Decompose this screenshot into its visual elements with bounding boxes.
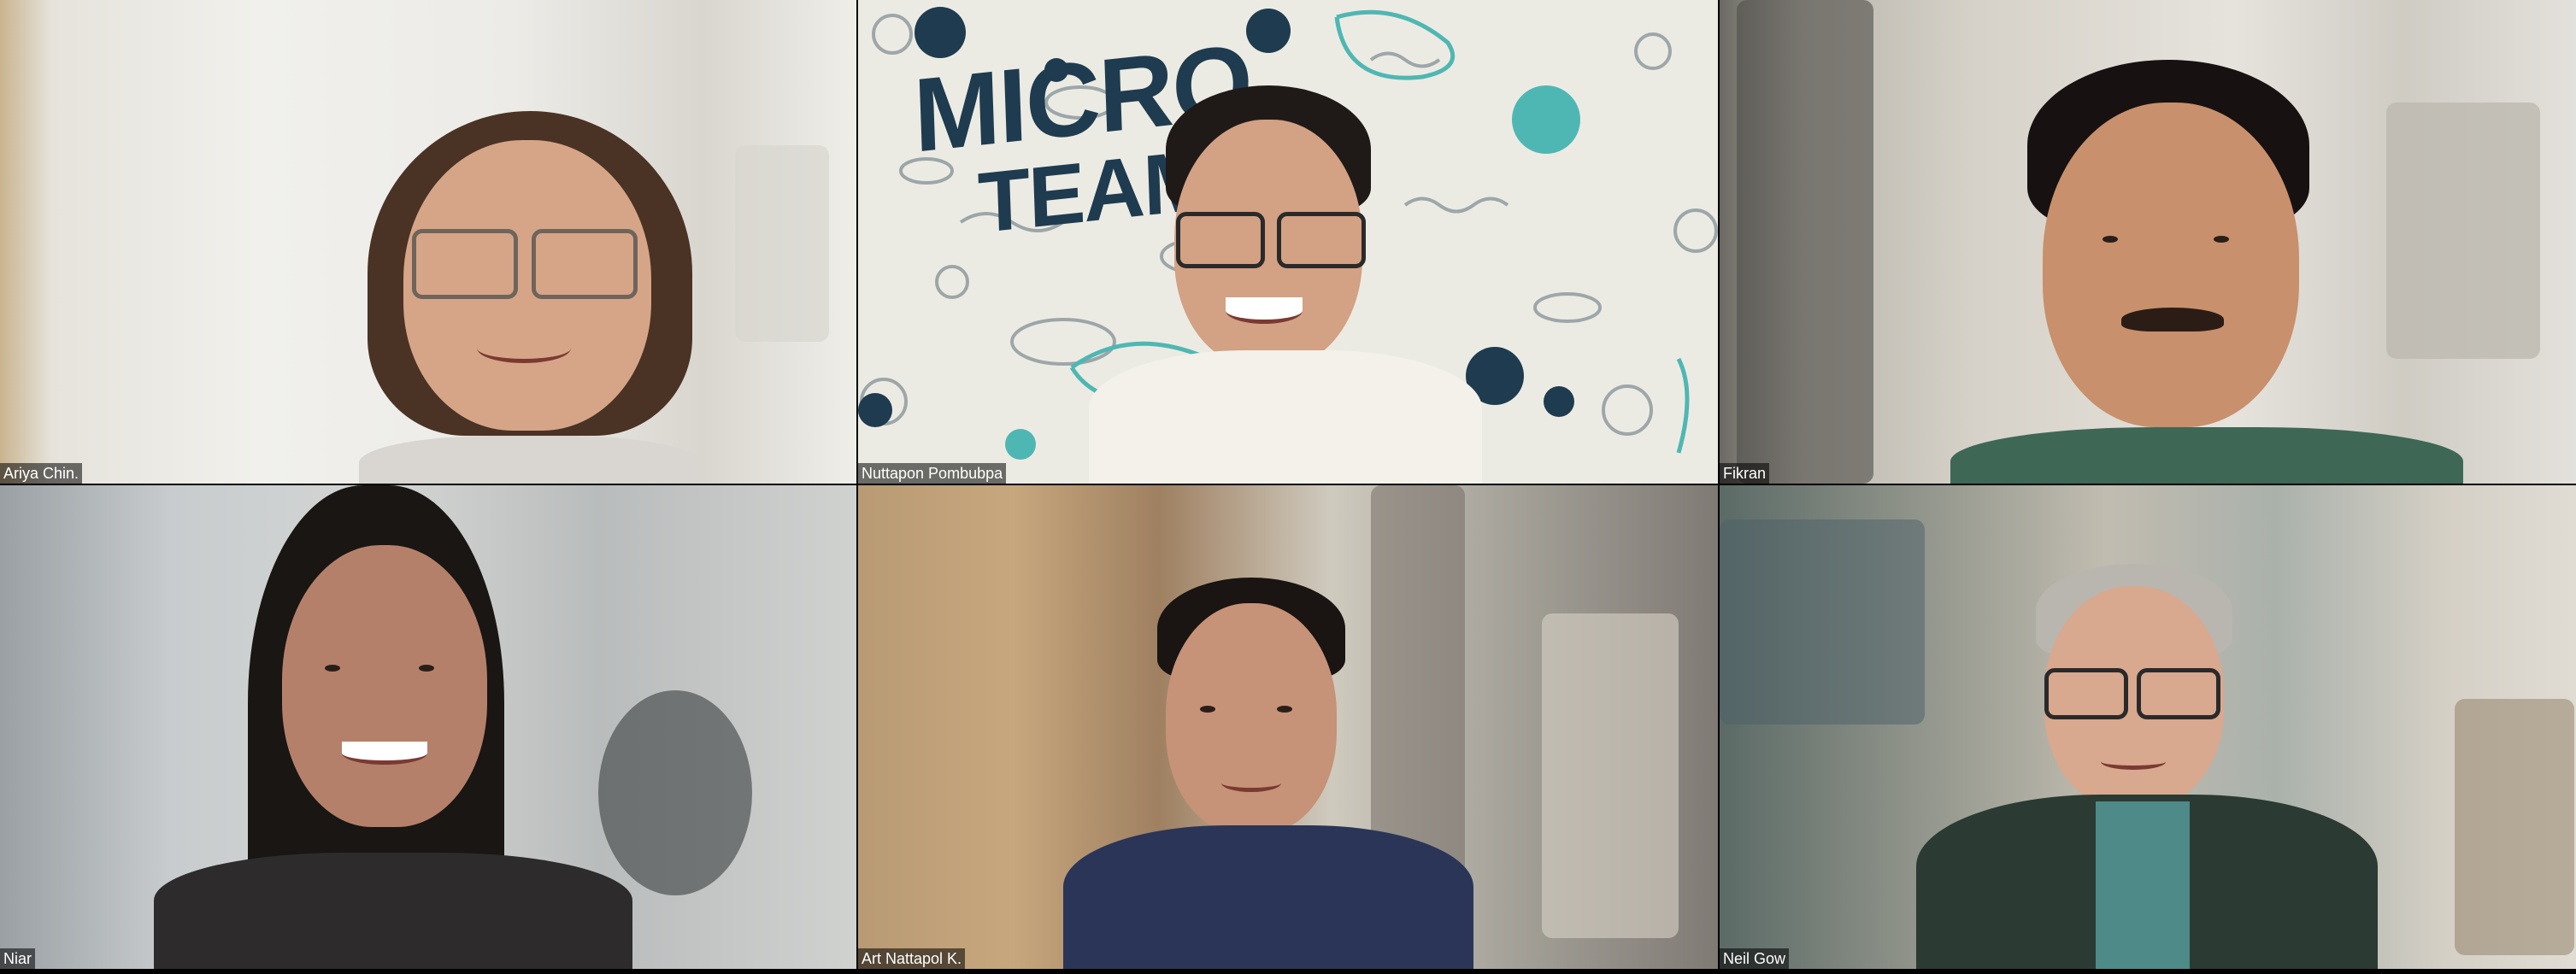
glasses xyxy=(1176,212,1265,268)
participant-name-label: Nuttapon Pombubpa xyxy=(858,463,1007,484)
face xyxy=(1166,603,1337,834)
participant-name-label: Neil Gow xyxy=(1720,948,1790,969)
participant-video-fikran xyxy=(1950,60,2463,484)
face xyxy=(2043,103,2299,427)
mouth xyxy=(342,742,427,765)
participant-name-label: Ariya Chin. xyxy=(0,463,83,484)
participant-video-niar xyxy=(154,485,632,969)
eye xyxy=(2103,236,2118,243)
eye xyxy=(2214,236,2229,243)
face xyxy=(282,545,487,827)
video-tile-fikran[interactable]: Fikran xyxy=(1720,0,2576,484)
background-blur xyxy=(2386,103,2540,359)
video-tile-nuttapon[interactable]: MICRO TEAM Nuttapon Pombubpa xyxy=(858,0,1718,484)
glasses xyxy=(412,229,518,299)
mouth xyxy=(477,333,571,363)
background-blur xyxy=(1737,0,1873,484)
participant-name-label: Niar xyxy=(0,948,36,969)
glasses xyxy=(2044,668,2128,719)
background-blur xyxy=(735,145,829,342)
eye xyxy=(325,665,340,672)
participant-name-label: Art Nattapol K. xyxy=(858,948,966,969)
eye xyxy=(419,665,434,672)
video-grid: Ariya Chin. MICRO TEAM Nuttapon Pombubpa… xyxy=(0,0,2576,974)
background-blur xyxy=(598,690,752,895)
shirt xyxy=(1063,825,1473,969)
shirt xyxy=(1950,427,2463,484)
video-tile-neil[interactable]: Neil Gow xyxy=(1720,485,2576,969)
mouth xyxy=(1226,297,1303,324)
background-blur xyxy=(1720,519,1925,725)
video-tile-ariya[interactable]: Ariya Chin. xyxy=(0,0,856,484)
participant-video-ariya xyxy=(359,111,701,484)
glasses xyxy=(1277,212,1366,268)
background-blur xyxy=(2455,699,2574,955)
glasses xyxy=(2137,668,2220,719)
blouse xyxy=(154,853,632,969)
mustache xyxy=(2121,308,2224,332)
background-blur xyxy=(1542,613,1679,938)
mouth xyxy=(2101,754,2166,770)
mouth xyxy=(1221,774,1281,792)
shirt-collar xyxy=(2096,801,2190,969)
glasses xyxy=(532,229,638,299)
eye xyxy=(1277,706,1292,713)
shirt xyxy=(359,436,701,484)
video-tile-art[interactable]: Art Nattapol K. xyxy=(858,485,1718,969)
participant-video-art xyxy=(1046,578,1491,969)
participant-name-label: Fikran xyxy=(1720,463,1770,484)
eye xyxy=(1200,706,1215,713)
shirt xyxy=(1089,350,1482,484)
video-tile-niar[interactable]: Niar xyxy=(0,485,856,969)
participant-video-nuttapon xyxy=(1089,85,1482,484)
participant-video-neil xyxy=(1916,564,2378,969)
